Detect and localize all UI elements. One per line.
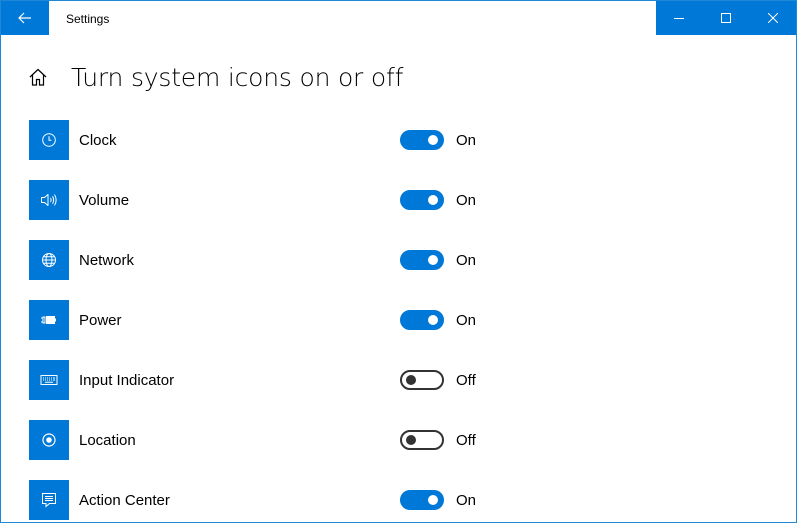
network-tile xyxy=(29,240,69,280)
power-label: Power xyxy=(79,312,122,329)
location-state: Off xyxy=(456,432,476,449)
toggle-knob xyxy=(428,135,438,145)
network-toggle[interactable] xyxy=(400,250,444,270)
location-label: Location xyxy=(79,432,136,449)
volume-toggle[interactable] xyxy=(400,190,444,210)
input-indicator-state: Off xyxy=(456,372,476,389)
home-icon xyxy=(29,68,47,86)
power-tile xyxy=(29,300,69,340)
clock-tile xyxy=(29,120,69,160)
system-icons-list: Clock On Volume On Network On Power On I… xyxy=(29,120,529,522)
action-center-state: On xyxy=(456,492,477,509)
toggle-knob xyxy=(406,435,416,445)
list-item: Power On xyxy=(29,300,529,340)
list-item: Action Center On xyxy=(29,480,529,520)
volume-icon xyxy=(41,194,57,206)
list-item: Input Indicator Off xyxy=(29,360,529,400)
toggle-knob xyxy=(428,315,438,325)
clock-label: Clock xyxy=(79,132,117,149)
toggle-knob xyxy=(406,375,416,385)
action-center-tile xyxy=(29,480,69,520)
settings-window: Settings Turn system icons on or off Clo… xyxy=(0,0,797,523)
clock-icon xyxy=(42,133,56,147)
location-icon xyxy=(42,433,56,447)
power-icon xyxy=(41,316,56,324)
close-button[interactable] xyxy=(750,1,796,35)
power-state: On xyxy=(456,312,477,329)
volume-state: On xyxy=(456,192,477,209)
close-icon xyxy=(768,13,778,23)
page-title: Turn system icons on or off xyxy=(71,62,404,92)
home-button[interactable] xyxy=(27,66,49,88)
clock-toggle[interactable] xyxy=(400,130,444,150)
list-item: Volume On xyxy=(29,180,529,220)
list-item: Clock On xyxy=(29,120,529,160)
location-tile xyxy=(29,420,69,460)
action-center-toggle[interactable] xyxy=(400,490,444,510)
input-indicator-toggle[interactable] xyxy=(400,370,444,390)
network-icon xyxy=(42,253,56,267)
title-bar: Settings xyxy=(1,1,796,35)
keyboard-icon xyxy=(40,375,58,385)
back-arrow-icon xyxy=(18,12,31,24)
minimize-icon xyxy=(674,18,684,19)
power-toggle[interactable] xyxy=(400,310,444,330)
maximize-button[interactable] xyxy=(702,1,750,35)
toggle-knob xyxy=(428,195,438,205)
page-header: Turn system icons on or off xyxy=(27,59,403,95)
clock-state: On xyxy=(456,132,477,149)
input-indicator-tile xyxy=(29,360,69,400)
action-center-icon xyxy=(42,493,56,508)
minimize-button[interactable] xyxy=(656,1,702,35)
toggle-knob xyxy=(428,495,438,505)
network-label: Network xyxy=(79,252,135,269)
back-button[interactable] xyxy=(1,1,49,35)
volume-tile xyxy=(29,180,69,220)
app-title: Settings xyxy=(66,12,110,26)
volume-label: Volume xyxy=(79,192,130,209)
action-center-label: Action Center xyxy=(79,492,170,509)
list-item: Location Off xyxy=(29,420,529,460)
toggle-knob xyxy=(428,255,438,265)
network-state: On xyxy=(456,252,477,269)
maximize-icon xyxy=(721,13,731,23)
caption-buttons xyxy=(656,1,796,35)
list-item: Network On xyxy=(29,240,529,280)
input-indicator-label: Input Indicator xyxy=(79,372,175,389)
location-toggle[interactable] xyxy=(400,430,444,450)
